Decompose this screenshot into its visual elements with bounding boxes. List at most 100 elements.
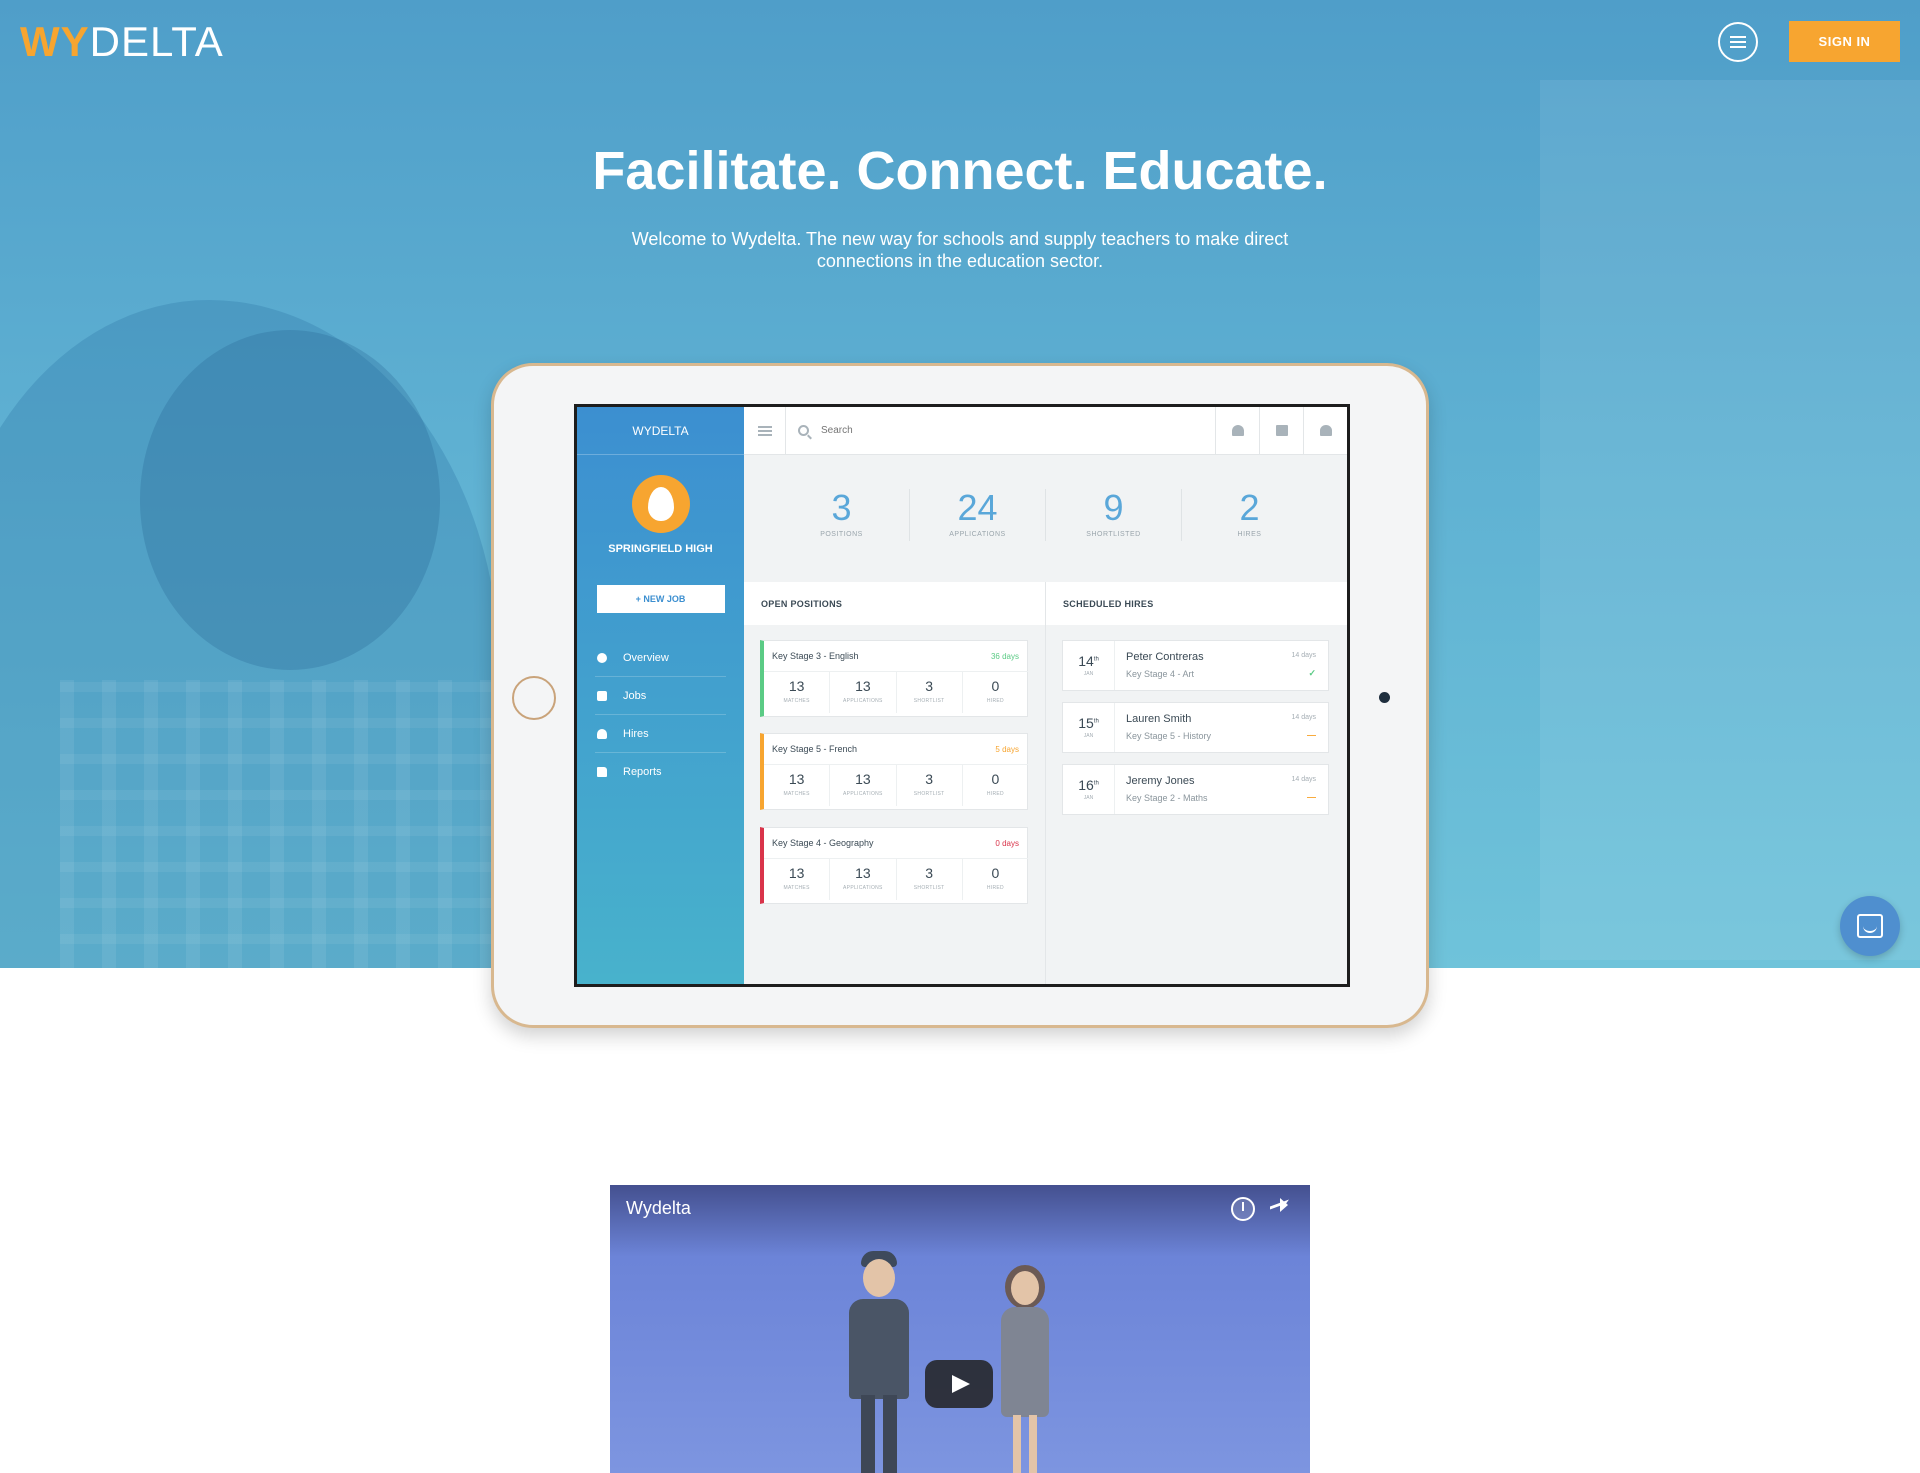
app-search <box>786 407 1215 455</box>
job-shortlist-value: 3 <box>925 678 934 694</box>
job-stats: 13 MATCHES 13 APPLICATIONS 3 SHORTLIST 0 HIR… <box>764 764 1028 806</box>
logo-wy: WY <box>20 18 90 65</box>
hire-day-suffix: th <box>1093 718 1099 725</box>
job-hired: 0 HIRED <box>963 672 1028 713</box>
hire-name: Peter Contreras <box>1126 651 1204 663</box>
hire-days: 14 days <box>1291 652 1316 659</box>
egg-icon <box>647 487 674 521</box>
messages-button[interactable] <box>1259 407 1303 455</box>
job-shortlist: 3 SHORTLIST <box>897 765 963 806</box>
notifications-button[interactable] <box>1215 407 1259 455</box>
job-matches-label: MATCHES <box>783 885 810 891</box>
job-matches-label: MATCHES <box>783 698 810 704</box>
hire-month: JAN <box>1083 671 1094 677</box>
dashboard-icon <box>597 652 607 663</box>
profile-button[interactable] <box>1303 407 1347 455</box>
video-title[interactable]: Wydelta <box>626 1198 691 1219</box>
person-icon <box>1319 425 1332 436</box>
user-icon <box>597 728 607 739</box>
background-board-light <box>1540 80 1920 960</box>
new-job-button[interactable]: + NEW JOB <box>596 585 725 613</box>
job-days: 0 days <box>995 839 1019 848</box>
job-shortlist: 3 SHORTLIST <box>897 672 963 713</box>
job-shortlist-label: SHORTLIST <box>913 885 945 891</box>
briefcase-icon <box>597 690 607 701</box>
job-hired: 0 HIRED <box>963 765 1028 806</box>
hire-status-icon: — <box>1307 792 1316 802</box>
hamburger-icon <box>1730 36 1746 48</box>
chat-launcher-button[interactable] <box>1840 896 1900 956</box>
background-head-silhouette <box>140 330 440 670</box>
job-hired-value: 0 <box>991 771 1000 787</box>
hire-card[interactable]: 16th JAN Jeremy Jones Key Stage 2 - Maths… <box>1062 764 1329 815</box>
hire-date: 14th JAN <box>1063 641 1115 690</box>
stat-value: 24 <box>957 487 998 528</box>
job-stats: 13 MATCHES 13 APPLICATIONS 3 SHORTLIST 0 HIR… <box>764 671 1028 713</box>
job-applications-label: APPLICATIONS <box>843 885 883 891</box>
hire-month: JAN <box>1083 795 1094 801</box>
scheduled-hires-panel: SCHEDULED HIRES 14th JAN Peter Contreras … <box>1046 582 1347 984</box>
sidebar-item-label: Jobs <box>623 689 647 702</box>
hire-subject: Key Stage 2 - Maths <box>1126 793 1208 803</box>
job-hired-label: HIRED <box>986 791 1004 797</box>
job-matches-value: 13 <box>788 678 805 694</box>
menu-button[interactable] <box>1718 22 1758 62</box>
job-card[interactable]: Key Stage 5 - French 5 days 13 MATCHES 13… <box>760 733 1028 810</box>
sidebar-item-jobs[interactable]: Jobs <box>595 677 726 715</box>
school-name: SPRINGFIELD HIGH <box>608 543 713 555</box>
job-applications: 13 APPLICATIONS <box>830 672 897 713</box>
job-card[interactable]: Key Stage 3 - English 36 days 13 MATCHES … <box>760 640 1028 717</box>
job-applications: 13 APPLICATIONS <box>830 765 897 806</box>
wydelta-logo[interactable]: WYDELTA <box>20 20 224 64</box>
ipad-mockup: WYDELTA SPRINGFIELD HIGH + NEW JOB Overv… <box>491 363 1429 1028</box>
hire-status-icon: — <box>1307 730 1316 740</box>
stat-value: 2 <box>1239 487 1260 528</box>
stat-label: POSITIONS <box>820 531 863 538</box>
app-topbar <box>744 407 1347 455</box>
play-button[interactable] <box>925 1360 993 1408</box>
hero-headline: Facilitate. Connect. Educate. <box>592 141 1328 201</box>
job-hired-label: HIRED <box>986 885 1004 891</box>
job-matches: 13 MATCHES <box>764 672 831 713</box>
mail-icon <box>1275 425 1288 436</box>
job-applications-value: 13 <box>855 771 871 787</box>
watch-later-icon[interactable] <box>1231 1197 1255 1221</box>
job-applications-label: APPLICATIONS <box>843 698 883 704</box>
hire-days: 14 days <box>1291 714 1316 721</box>
hire-subject: Key Stage 4 - Art <box>1126 669 1195 679</box>
hire-day: 16 <box>1078 777 1094 793</box>
hire-status-icon: ✓ <box>1308 668 1316 678</box>
stat-label: SHORTLISTED <box>1086 531 1141 538</box>
logo-delta: DELTA <box>89 18 224 65</box>
app-panels: OPEN POSITIONS Key Stage 3 - English 36 … <box>744 582 1347 984</box>
hire-date: 15th JAN <box>1063 703 1115 752</box>
hire-date: 16th JAN <box>1063 765 1115 814</box>
stat-value: 3 <box>831 487 852 528</box>
app-menu-button[interactable] <box>744 407 786 455</box>
job-matches-value: 13 <box>788 865 805 881</box>
sidebar-nav: Overview Jobs Hires Reports <box>595 639 726 791</box>
ipad-home-button <box>512 676 556 720</box>
app-screen: WYDELTA SPRINGFIELD HIGH + NEW JOB Overv… <box>574 404 1350 987</box>
share-icon[interactable] <box>1266 1197 1290 1221</box>
sidebar-item-reports[interactable]: Reports <box>595 753 726 791</box>
hire-card[interactable]: 14th JAN Peter Contreras Key Stage 4 - Ar… <box>1062 640 1329 691</box>
hire-card[interactable]: 15th JAN Lauren Smith Key Stage 5 - Histo… <box>1062 702 1329 753</box>
job-shortlist-value: 3 <box>925 865 934 881</box>
search-input[interactable] <box>821 425 1121 436</box>
stat-hires: 2 HIRES <box>1182 489 1317 541</box>
job-shortlist-value: 3 <box>925 771 934 787</box>
job-matches: 13 MATCHES <box>764 859 831 900</box>
open-positions-panel: OPEN POSITIONS Key Stage 3 - English 36 … <box>744 582 1046 984</box>
sidebar-item-hires[interactable]: Hires <box>595 715 726 753</box>
video-player[interactable]: Wydelta <box>610 1185 1310 1473</box>
sign-in-button[interactable]: SIGN IN <box>1789 21 1900 62</box>
hire-day: 14 <box>1078 653 1094 669</box>
job-applications-value: 13 <box>855 865 871 881</box>
hero-subline: Welcome to Wydelta. The new way for scho… <box>631 229 1289 271</box>
stat-shortlisted: 9 SHORTLISTED <box>1046 489 1182 541</box>
job-shortlist: 3 SHORTLIST <box>897 859 963 900</box>
job-title: Key Stage 5 - French <box>772 744 858 754</box>
job-card[interactable]: Key Stage 4 - Geography 0 days 13 MATCHES… <box>760 827 1028 904</box>
sidebar-item-overview[interactable]: Overview <box>595 639 726 677</box>
